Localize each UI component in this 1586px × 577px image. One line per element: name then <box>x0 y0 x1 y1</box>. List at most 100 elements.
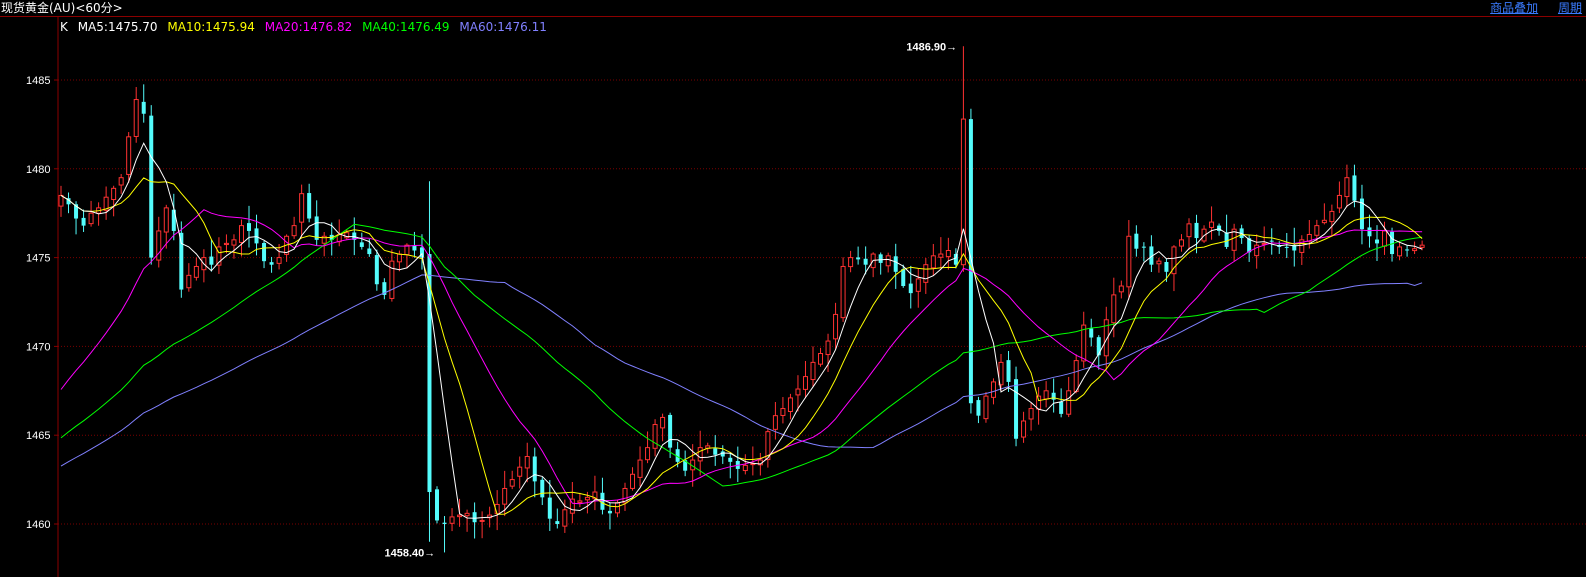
candle-body <box>1156 260 1162 265</box>
candle-body <box>1412 248 1418 252</box>
ma5-line <box>60 142 1423 519</box>
candle-body <box>254 228 259 244</box>
candle-body <box>517 466 523 477</box>
candle-body <box>584 496 590 501</box>
candle-body <box>787 397 793 412</box>
candle-body <box>1321 219 1327 224</box>
candle-body <box>1382 230 1388 247</box>
high-price-label: 1486.90→ <box>906 41 957 53</box>
candle-body <box>652 424 658 449</box>
candle-body <box>1367 227 1372 237</box>
candle-body <box>1284 246 1289 248</box>
candle-body <box>532 456 537 482</box>
candle-body <box>607 510 612 514</box>
candle-body <box>276 257 282 264</box>
candle-body <box>555 521 560 524</box>
candle-body <box>118 177 124 186</box>
candle-body <box>1006 360 1011 382</box>
candle-body <box>540 479 545 498</box>
candle-body <box>1419 244 1425 248</box>
candle-body <box>885 255 891 267</box>
candle-body <box>111 187 117 201</box>
candlestick-chart[interactable]: 1460 1465 1470 1475 1480 1485 1486.90→ 1458.40→ <box>0 0 1586 577</box>
candle-body <box>472 512 477 523</box>
y-tick-label: 1465 <box>26 430 50 442</box>
candle-body <box>1329 210 1335 223</box>
candle-body <box>930 255 936 269</box>
candle-body <box>795 388 801 396</box>
candle-body <box>1096 337 1101 356</box>
candle-body <box>637 459 643 478</box>
y-tick-label: 1485 <box>26 75 50 87</box>
candle-body <box>878 254 883 263</box>
candle-body <box>141 101 146 114</box>
candle-body <box>833 313 839 340</box>
candle-body <box>1073 360 1079 393</box>
candle-body <box>562 509 568 527</box>
candle-body <box>713 448 718 455</box>
candle-body <box>697 447 703 462</box>
candle-body <box>1314 225 1320 236</box>
candle-body <box>299 193 305 223</box>
candle-body <box>269 262 274 265</box>
candle-body <box>524 456 530 469</box>
candle-body <box>863 258 868 265</box>
candle-body <box>968 119 973 404</box>
candle-body <box>810 361 816 381</box>
candle-body <box>231 239 237 246</box>
candle-body <box>840 265 846 319</box>
candle-body <box>1375 239 1379 244</box>
candle-body <box>1059 401 1064 414</box>
candle-body <box>314 216 319 240</box>
candle-body <box>133 99 139 137</box>
candle-body <box>1118 285 1124 293</box>
candle-body <box>1405 249 1410 251</box>
candle-body <box>1043 390 1049 400</box>
candle-body <box>923 264 929 283</box>
candle-body <box>1066 390 1072 415</box>
y-tick-label: 1470 <box>26 341 50 353</box>
candle-body <box>389 260 395 299</box>
y-tick-label: 1460 <box>26 519 50 531</box>
candle-body <box>915 278 921 292</box>
candle-body <box>1209 221 1215 228</box>
candle-body <box>645 447 651 461</box>
candle-body <box>630 473 636 489</box>
candle-body <box>825 340 831 356</box>
candle-body <box>856 257 861 260</box>
candle-body <box>1051 392 1056 400</box>
candle-body <box>1269 240 1274 242</box>
candle-body <box>1036 395 1042 410</box>
candle-body <box>479 519 485 522</box>
candle-body <box>412 245 417 251</box>
candle-body <box>1126 235 1132 288</box>
candle-body <box>983 395 989 420</box>
candle-body <box>1014 379 1019 439</box>
candle-body <box>1081 324 1087 362</box>
candle-body <box>848 257 854 268</box>
candle-body <box>464 512 470 517</box>
candle-body <box>1352 175 1357 201</box>
candle-body <box>1344 177 1350 198</box>
candle-body <box>223 242 229 246</box>
candle-body <box>990 381 996 398</box>
candle-body <box>449 516 455 524</box>
candle-body <box>938 253 944 258</box>
candle-body <box>1089 328 1094 338</box>
candle-body <box>1164 262 1169 272</box>
candle-body <box>374 255 379 285</box>
candle-body <box>908 283 913 294</box>
candle-body <box>818 353 824 365</box>
low-price-label: 1458.40→ <box>385 547 436 559</box>
candle-body <box>238 225 244 243</box>
candle-body <box>901 269 906 287</box>
candle-body <box>772 415 778 430</box>
candle-body <box>58 194 64 207</box>
candle-body <box>893 256 898 272</box>
candle-body <box>976 400 981 416</box>
candle-body <box>156 230 162 261</box>
ma40-line <box>60 223 1423 487</box>
candle-body <box>149 115 154 258</box>
candle-body <box>614 502 620 514</box>
candle-body <box>1028 408 1034 420</box>
